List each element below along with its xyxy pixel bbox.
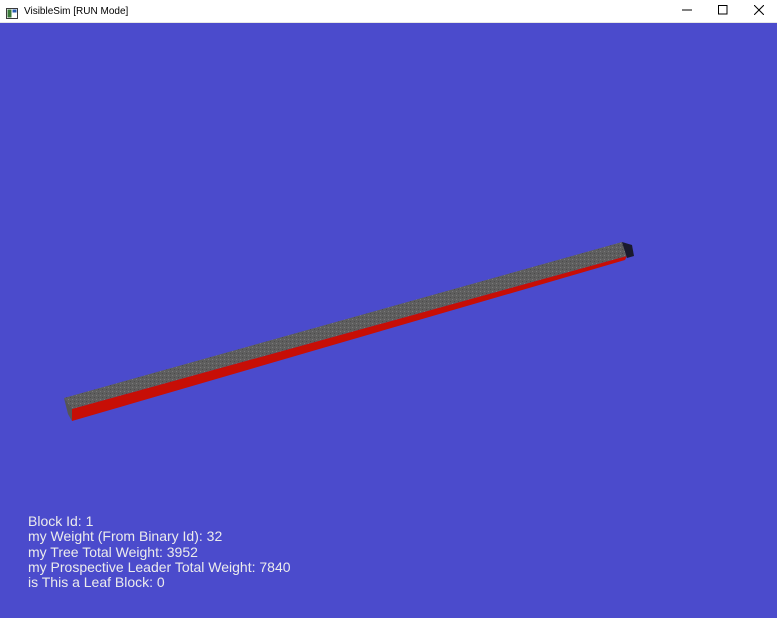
minimize-icon <box>682 2 692 20</box>
simulation-viewport[interactable]: Block Id: 1 my Weight (From Binary Id): … <box>0 23 777 618</box>
block-id-text: Block Id: 1 <box>28 513 94 529</box>
leader-total-weight-text: my Prospective Leader Total Weight: 7840 <box>28 558 291 575</box>
window-controls <box>669 0 777 22</box>
window-title: VisibleSim [RUN Mode] <box>24 5 129 17</box>
leaf-block-text: is This a Leaf Block: 0 <box>28 574 165 591</box>
tree-total-weight-text: my Tree Total Weight: 3952 <box>28 543 198 560</box>
title-bar[interactable]: VisibleSim [RUN Mode] <box>0 0 777 23</box>
maximize-icon <box>718 2 728 20</box>
maximize-button[interactable] <box>705 0 741 22</box>
weight-text: my Weight (From Binary Id): 32 <box>28 528 223 545</box>
close-icon <box>753 2 765 20</box>
close-button[interactable] <box>741 0 777 22</box>
minimize-button[interactable] <box>669 0 705 22</box>
app-window-icon <box>6 6 18 19</box>
visiblesim-window: VisibleSim [RUN Mode] Block Id: 1 my Wei… <box>0 0 777 618</box>
block-info-panel: Block Id: 1 my Weight (From Binary Id): … <box>28 513 291 591</box>
